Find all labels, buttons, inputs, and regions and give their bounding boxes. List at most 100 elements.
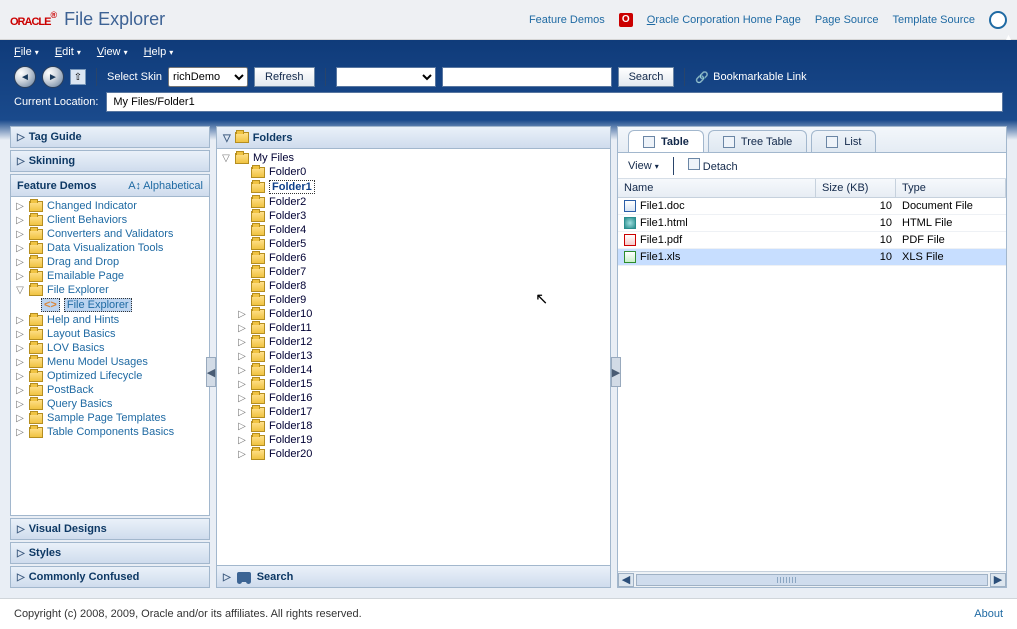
folders-header[interactable]: Folders <box>217 127 610 149</box>
feature-subitem-file-explorer[interactable]: <>File Explorer <box>11 297 209 313</box>
table-row[interactable]: File1.pdf10PDF File <box>618 232 1006 249</box>
expand-icon[interactable]: ▷ <box>15 343 25 354</box>
col-size[interactable]: Size (KB) <box>816 179 896 197</box>
expand-icon[interactable]: ▷ <box>15 215 25 226</box>
folder-item[interactable]: Folder8 <box>217 279 610 293</box>
folder-item[interactable]: ▷Folder16 <box>217 391 610 405</box>
tab-tree-table[interactable]: Tree Table <box>708 130 807 152</box>
folder-item[interactable]: Folder3 <box>217 209 610 223</box>
panel-skinning[interactable]: Skinning <box>10 150 210 172</box>
splitter-left[interactable]: ◀ <box>206 357 216 387</box>
expand-icon[interactable]: ▷ <box>15 385 25 396</box>
refresh-button[interactable]: Refresh <box>254 67 315 87</box>
search-category-select[interactable] <box>336 67 436 87</box>
collapse-icon[interactable]: ▽ <box>15 285 25 296</box>
table-row[interactable]: File1.html10HTML File <box>618 215 1006 232</box>
folder-item[interactable]: ▷Folder15 <box>217 377 610 391</box>
folder-item[interactable]: Folder1 <box>217 179 610 195</box>
search-button[interactable]: Search <box>618 67 675 87</box>
nav-back-button[interactable]: ◄ <box>14 66 36 88</box>
collapse-icon[interactable]: ▽ <box>221 153 231 164</box>
panel-tag-guide[interactable]: Tag Guide <box>10 126 210 148</box>
feature-item[interactable]: ▷Optimized Lifecycle <box>11 369 209 383</box>
expand-icon[interactable]: ▷ <box>237 407 247 418</box>
folders-tree[interactable]: ▽My FilesFolder0Folder1Folder2Folder3 Fol… <box>217 149 610 565</box>
about-link[interactable]: About <box>974 608 1003 620</box>
feature-item[interactable]: ▷PostBack <box>11 383 209 397</box>
expand-icon[interactable]: ▷ <box>15 229 25 240</box>
link-template-source[interactable]: Template Source <box>892 14 975 26</box>
folder-item[interactable]: ▷Folder17 <box>217 405 610 419</box>
skin-select[interactable]: richDemo <box>168 67 248 87</box>
expand-icon[interactable]: ▷ <box>237 421 247 432</box>
expand-icon[interactable]: ▷ <box>15 399 25 410</box>
bookmarkable-link[interactable]: 🔗Bookmarkable Link <box>695 71 806 84</box>
feature-item[interactable]: ▽File Explorer <box>11 283 209 297</box>
link-page-source[interactable]: Page Source <box>815 14 879 26</box>
nav-forward-button[interactable]: ► <box>42 66 64 88</box>
scroll-right-icon[interactable]: ▶ <box>990 573 1006 587</box>
menu-view[interactable]: View ▾ <box>97 46 128 58</box>
expand-icon[interactable]: ▷ <box>15 243 25 254</box>
location-input[interactable] <box>106 92 1003 112</box>
feature-item[interactable]: ▷Query Basics <box>11 397 209 411</box>
search-section[interactable]: Search <box>217 565 610 587</box>
folder-item[interactable]: ▷Folder20 <box>217 447 610 461</box>
folder-root[interactable]: ▽My Files <box>217 151 610 165</box>
feature-item[interactable]: ▷Table Components Basics <box>11 425 209 439</box>
folder-item[interactable]: Folder2 <box>217 195 610 209</box>
tab-list[interactable]: List <box>811 130 876 152</box>
folder-item[interactable]: Folder0 <box>217 165 610 179</box>
expand-icon[interactable]: ▷ <box>237 449 247 460</box>
col-type[interactable]: Type <box>896 179 1006 197</box>
file-table-body[interactable]: File1.doc10Document FileFile1.html10HTML… <box>618 198 1006 266</box>
feature-item[interactable]: ▷Sample Page Templates <box>11 411 209 425</box>
folder-item[interactable]: ▷Folder10 <box>217 307 610 321</box>
feature-item[interactable]: ▷Help and Hints <box>11 313 209 327</box>
link-feature-demos[interactable]: Feature Demos <box>529 14 605 26</box>
panel-styles[interactable]: Styles <box>10 542 210 564</box>
horizontal-scrollbar[interactable]: ◀ ▶ <box>618 571 1006 587</box>
expand-icon[interactable]: ▷ <box>15 315 25 326</box>
up-folder-icon[interactable]: ⇧ <box>70 69 86 85</box>
feature-item[interactable]: ▷Converters and Validators <box>11 227 209 241</box>
scroll-thumb[interactable] <box>636 574 988 586</box>
expand-icon[interactable]: ▷ <box>237 365 247 376</box>
folder-item[interactable]: Folder6 <box>217 251 610 265</box>
view-menu[interactable]: View ▾ <box>628 160 659 172</box>
detach-button[interactable]: Detach <box>688 158 738 173</box>
expand-icon[interactable]: ▷ <box>15 329 25 340</box>
link-home-page[interactable]: OOracle Corporation Home Pageracle Corpo… <box>647 14 801 26</box>
expand-icon[interactable]: ▷ <box>237 337 247 348</box>
alphabetical-link[interactable]: A↕Alphabetical <box>128 180 203 192</box>
expand-icon[interactable]: ▷ <box>237 379 247 390</box>
feature-item[interactable]: ▷Client Behaviors <box>11 213 209 227</box>
col-name[interactable]: Name <box>618 179 816 197</box>
expand-icon[interactable]: ▷ <box>15 371 25 382</box>
expand-icon[interactable]: ▷ <box>15 413 25 424</box>
folder-item[interactable]: ▷Folder18 <box>217 419 610 433</box>
collapse-chrome-icon[interactable]: ▴ <box>1006 32 1011 43</box>
expand-icon[interactable]: ▷ <box>15 357 25 368</box>
folder-item[interactable]: ▷Folder12 <box>217 335 610 349</box>
menu-file[interactable]: File ▾ <box>14 46 39 58</box>
folder-item[interactable]: ▷Folder11 <box>217 321 610 335</box>
splitter-right[interactable]: ▶ <box>611 357 621 387</box>
tab-table[interactable]: Table <box>628 130 704 152</box>
menu-help[interactable]: Help ▾ <box>144 46 174 58</box>
feature-item[interactable]: ▷Menu Model Usages <box>11 355 209 369</box>
feature-item[interactable]: ▷Data Visualization Tools <box>11 241 209 255</box>
table-row[interactable]: File1.xls10XLS File <box>618 249 1006 266</box>
search-input[interactable] <box>442 67 612 87</box>
table-row[interactable]: File1.doc10Document File <box>618 198 1006 215</box>
panel-commonly-confused[interactable]: Commonly Confused <box>10 566 210 588</box>
scroll-left-icon[interactable]: ◀ <box>618 573 634 587</box>
folder-item[interactable]: ▷Folder14 <box>217 363 610 377</box>
expand-icon[interactable]: ▷ <box>237 323 247 334</box>
expand-icon[interactable]: ▷ <box>15 257 25 268</box>
expand-icon[interactable]: ▷ <box>237 351 247 362</box>
folder-item[interactable]: Folder9 <box>217 293 610 307</box>
expand-icon[interactable]: ▷ <box>237 393 247 404</box>
folder-item[interactable]: ▷Folder13 <box>217 349 610 363</box>
feature-item[interactable]: ▷Drag and Drop <box>11 255 209 269</box>
